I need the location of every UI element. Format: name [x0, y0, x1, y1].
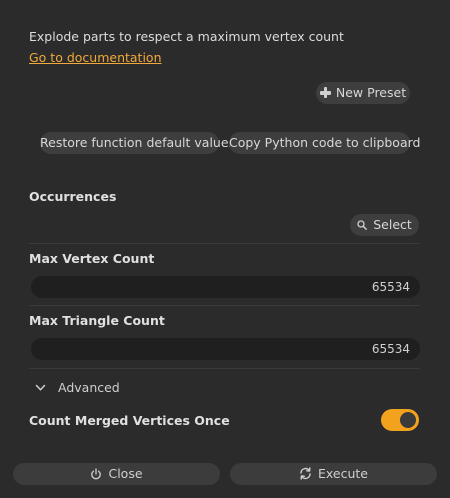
plus-icon: [319, 87, 331, 98]
execute-button[interactable]: Execute: [230, 463, 437, 485]
max-triangle-count-input[interactable]: 65534: [31, 338, 420, 360]
count-merged-vertices-once-toggle[interactable]: [381, 409, 419, 431]
separator: [29, 243, 420, 244]
copy-python-button[interactable]: Copy Python code to clipboard: [229, 132, 420, 154]
occurrences-label: Occurrences: [29, 189, 117, 204]
select-button[interactable]: Select: [350, 214, 419, 236]
function-description: Explode parts to respect a maximum verte…: [29, 29, 344, 44]
max-vertex-count-label: Max Vertex Count: [29, 251, 155, 266]
close-button[interactable]: Close: [13, 463, 220, 485]
documentation-link[interactable]: Go to documentation: [29, 50, 162, 65]
new-preset-label: New Preset: [335, 85, 407, 100]
separator: [29, 305, 420, 306]
advanced-label: Advanced: [58, 380, 120, 395]
execute-label: Execute: [318, 466, 368, 481]
advanced-toggle[interactable]: Advanced: [35, 380, 120, 395]
toggle-knob: [400, 412, 416, 428]
max-triangle-count-label: Max Triangle Count: [29, 313, 165, 328]
restore-defaults-button[interactable]: Restore function default values: [40, 132, 235, 154]
max-vertex-count-input[interactable]: 65534: [31, 276, 420, 298]
new-preset-button[interactable]: New Preset: [316, 82, 410, 104]
refresh-icon: [300, 467, 311, 480]
power-icon: [91, 468, 102, 480]
search-icon: [357, 220, 368, 230]
chevron-down-icon: [35, 384, 46, 391]
separator: [29, 368, 420, 369]
count-merged-vertices-once-label: Count Merged Vertices Once: [29, 413, 230, 428]
select-label: Select: [373, 217, 412, 232]
close-label: Close: [108, 466, 143, 481]
